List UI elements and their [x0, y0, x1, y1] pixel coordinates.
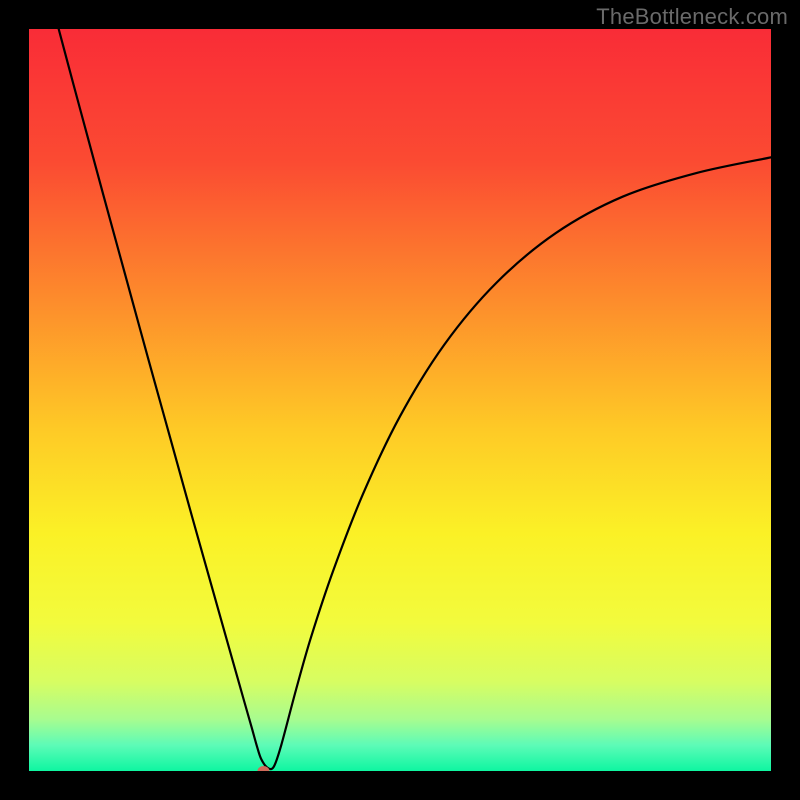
chart-background	[29, 29, 771, 771]
watermark-text: TheBottleneck.com	[596, 4, 788, 30]
chart-svg	[29, 29, 771, 771]
chart-plot-area	[29, 29, 771, 771]
chart-frame: TheBottleneck.com	[0, 0, 800, 800]
